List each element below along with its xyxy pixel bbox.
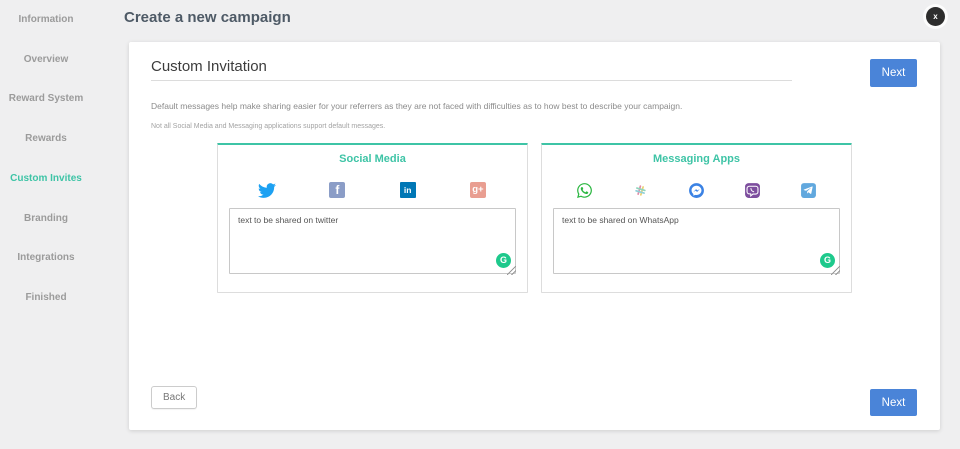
social-message-wrap: text to be shared on twitter G: [229, 208, 516, 274]
slack-icon[interactable]: [631, 181, 649, 199]
custom-invitation-card: Custom Invitation Next Default messages …: [129, 42, 940, 430]
messaging-apps-icons: [556, 181, 837, 199]
back-button[interactable]: Back: [151, 386, 197, 409]
social-media-icons: f in g+: [232, 181, 513, 199]
share-panels: Social Media f in g+ text to be sh: [129, 143, 940, 293]
sidebar-item-integrations[interactable]: Integrations: [0, 238, 92, 278]
resize-handle-icon[interactable]: [831, 266, 840, 275]
close-icon[interactable]: x: [926, 7, 945, 26]
messaging-message-wrap: text to be shared on WhatsApp G: [553, 208, 840, 274]
sidebar-item-branding[interactable]: Branding: [0, 198, 92, 238]
next-button-top[interactable]: Next: [870, 59, 917, 87]
social-media-title: Social Media: [218, 153, 527, 165]
sidebar-item-custom-invites[interactable]: Custom Invites: [0, 159, 92, 199]
sidebar-item-reward-system[interactable]: Reward System: [0, 79, 92, 119]
social-media-panel: Social Media f in g+ text to be sh: [217, 143, 528, 293]
facebook-icon[interactable]: f: [328, 181, 346, 199]
next-button-bottom[interactable]: Next: [870, 389, 917, 416]
whatsapp-icon[interactable]: [575, 181, 593, 199]
viber-icon[interactable]: [744, 181, 762, 199]
messaging-message-textarea[interactable]: text to be shared on WhatsApp: [553, 208, 840, 274]
description-text: Default messages help make sharing easie…: [151, 101, 682, 111]
googleplus-icon[interactable]: g+: [469, 181, 487, 199]
telegram-icon[interactable]: [800, 181, 818, 199]
sidebar-item-rewards[interactable]: Rewards: [0, 119, 92, 159]
social-message-textarea[interactable]: text to be shared on twitter: [229, 208, 516, 274]
messaging-apps-panel: Messaging Apps: [541, 143, 852, 293]
note-text: Not all Social Media and Messaging appli…: [151, 123, 385, 130]
twitter-icon[interactable]: [258, 181, 276, 199]
sidebar-item-finished[interactable]: Finished: [0, 278, 92, 318]
page-title: Create a new campaign: [124, 9, 291, 26]
linkedin-icon[interactable]: in: [399, 181, 417, 199]
messaging-apps-title: Messaging Apps: [542, 153, 851, 165]
resize-handle-icon[interactable]: [507, 266, 516, 275]
section-title: Custom Invitation: [151, 58, 267, 75]
sidebar-item-information[interactable]: Information: [0, 0, 92, 40]
messenger-icon[interactable]: [687, 181, 705, 199]
title-divider: [151, 80, 792, 81]
sidebar-item-overview[interactable]: Overview: [0, 40, 92, 80]
wizard-steps-sidebar: Information Overview Reward System Rewar…: [0, 0, 92, 449]
